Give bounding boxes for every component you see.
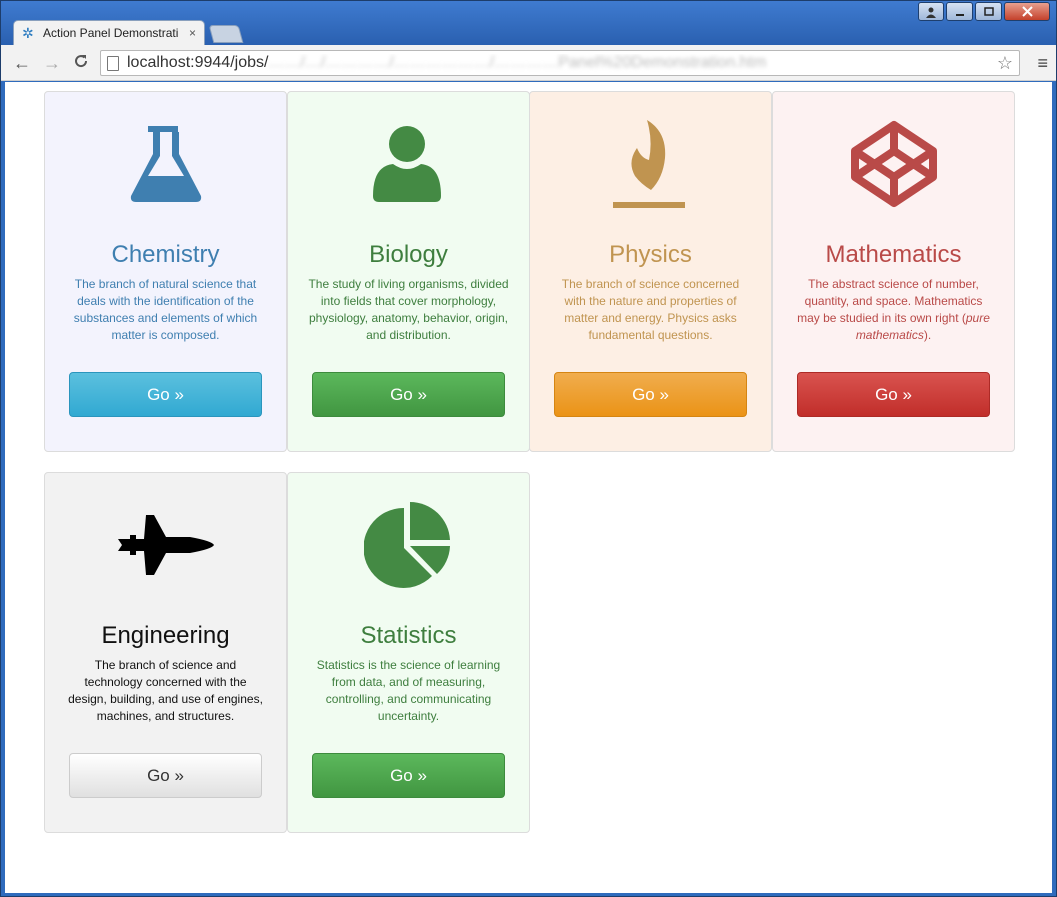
go-button[interactable]: Go » <box>69 753 262 798</box>
new-tab-button[interactable] <box>208 25 244 43</box>
browser-tab[interactable]: ✲ Action Panel Demonstrati × <box>13 20 205 45</box>
fire-icon <box>530 114 771 214</box>
tab-close-button[interactable]: × <box>189 26 196 40</box>
address-bar[interactable]: localhost:9944/jobs/……/…/…………/………………/………… <box>100 50 1020 76</box>
fighter-jet-icon <box>45 495 286 595</box>
card-physics: Physics The branch of science concerned … <box>529 91 772 452</box>
url-text: localhost:9944/jobs/……/…/…………/………………/………… <box>127 54 767 71</box>
back-button[interactable]: ← <box>11 53 33 73</box>
go-button[interactable]: Go » <box>69 372 262 417</box>
maximize-button[interactable] <box>975 2 1002 21</box>
card-chemistry: Chemistry The branch of natural science … <box>44 91 287 452</box>
page-icon <box>107 55 119 71</box>
card-description: The abstract science of number, quantity… <box>797 277 990 342</box>
card-title: Mathematics <box>825 241 962 268</box>
card-title: Biology <box>369 241 448 268</box>
spinner-icon: ✲ <box>22 25 34 41</box>
pie-chart-icon <box>288 495 529 595</box>
card-statistics: Statistics Statistics is the science of … <box>287 472 530 833</box>
card-title: Physics <box>609 241 692 268</box>
flask-icon <box>45 114 286 214</box>
reload-icon <box>75 55 88 68</box>
go-button[interactable]: Go » <box>312 372 505 417</box>
card-biology: Biology The study of living organisms, d… <box>287 91 530 452</box>
card-title: Chemistry <box>111 241 220 268</box>
tab-title: Action Panel Demonstrati <box>43 26 179 40</box>
card-description: The branch of natural science that deals… <box>73 277 258 342</box>
go-button[interactable]: Go » <box>312 753 505 798</box>
browser-toolbar: ← → localhost:9944/jobs/……/…/…………/………………… <box>1 45 1056 81</box>
menu-icon[interactable]: ≡ <box>1037 53 1048 74</box>
browser-window: ✲ Action Panel Demonstrati × ← → localho… <box>0 0 1057 897</box>
minimize-button[interactable] <box>946 2 973 21</box>
reload-button[interactable] <box>70 53 92 73</box>
codepen-icon <box>773 114 1014 214</box>
card-description: The branch of science and technology con… <box>68 658 263 723</box>
page-content: Chemistry The branch of natural science … <box>5 82 1052 893</box>
card-description: Statistics is the science of learning fr… <box>316 658 501 723</box>
user-icon[interactable] <box>918 2 944 21</box>
bookmark-star-icon[interactable]: ☆ <box>997 53 1013 74</box>
user-icon <box>288 114 529 214</box>
card-title: Statistics <box>360 622 457 649</box>
forward-button[interactable]: → <box>41 53 63 73</box>
card-description: The branch of science concerned with the… <box>561 277 740 342</box>
window-controls <box>918 2 1050 21</box>
card-title: Engineering <box>101 622 230 649</box>
go-button[interactable]: Go » <box>554 372 747 417</box>
title-bar: ✲ Action Panel Demonstrati × <box>1 1 1056 45</box>
go-button[interactable]: Go » <box>797 372 990 417</box>
card-mathematics: Mathematics The abstract science of numb… <box>772 91 1015 452</box>
card-engineering: Engineering The branch of science and te… <box>44 472 287 833</box>
close-window-button[interactable] <box>1004 2 1050 21</box>
card-description: The study of living organisms, divided i… <box>308 277 509 342</box>
